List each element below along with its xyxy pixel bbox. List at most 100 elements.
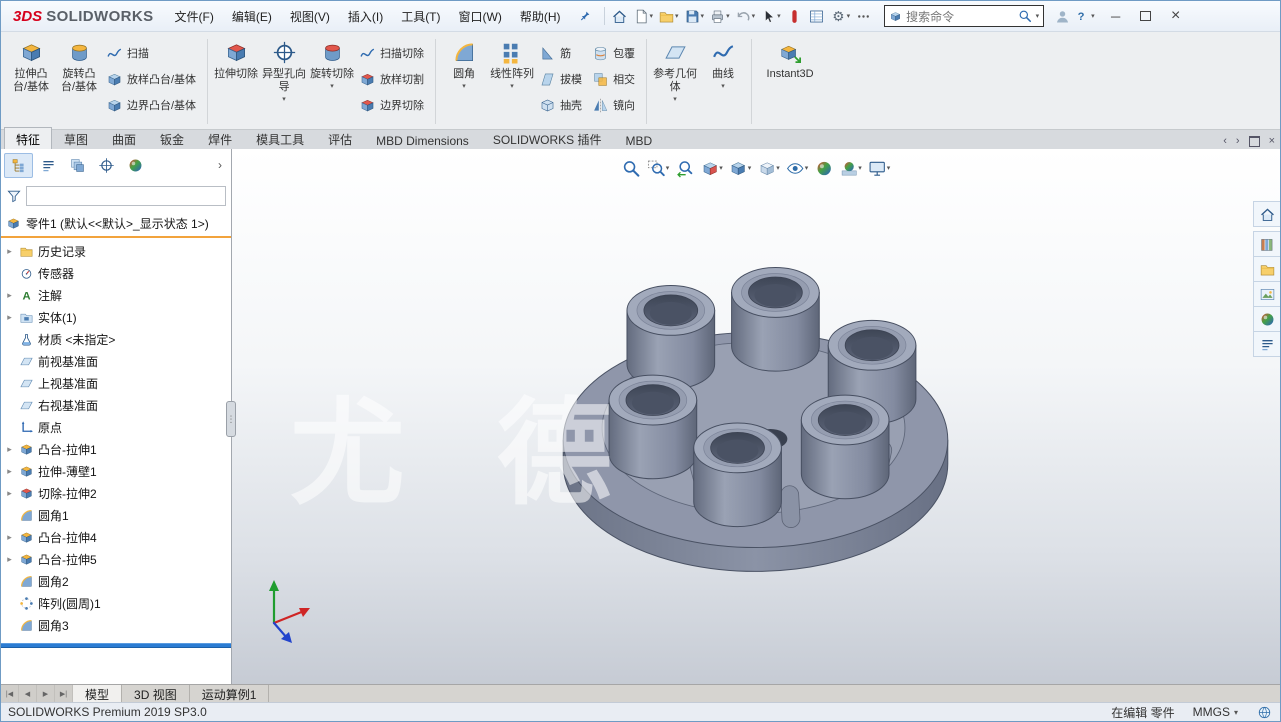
rollback-bar[interactable] xyxy=(1,643,231,648)
minimize-button[interactable]: ─ xyxy=(1101,4,1131,28)
tree-item-17[interactable]: 圆角3 xyxy=(1,614,231,636)
curves-button[interactable]: 曲线▾ xyxy=(699,35,747,128)
filter-input[interactable] xyxy=(26,186,226,206)
menubar-item-0[interactable]: 文件(F) xyxy=(166,4,223,29)
dropdown-caret-icon[interactable]: ▾ xyxy=(748,165,752,172)
display-style-button[interactable]: ▾ xyxy=(756,154,781,182)
print-button[interactable]: ▾ xyxy=(707,5,732,27)
filter-icon[interactable] xyxy=(6,188,22,204)
tree-item-6[interactable]: 上视基准面 xyxy=(1,372,231,394)
units-selector[interactable]: MMGS ▾ xyxy=(1193,705,1238,719)
undo-button[interactable]: ▾ xyxy=(733,5,758,27)
user-account-icon[interactable] xyxy=(1054,8,1071,25)
dropdown-caret-icon[interactable]: ▾ xyxy=(805,165,809,172)
tree-item-11[interactable]: ▸切除-拉伸2 xyxy=(1,482,231,504)
tree-item-3[interactable]: ▸实体(1) xyxy=(1,306,231,328)
search-dropdown-caret[interactable]: ▾ xyxy=(1036,13,1040,20)
bottom-tab-1[interactable]: 3D 视图 xyxy=(122,685,190,703)
model-3d[interactable] xyxy=(232,149,1280,685)
panel-splitter-handle[interactable]: ⋮ xyxy=(226,401,236,437)
view-settings-button[interactable]: ▾ xyxy=(867,154,892,182)
boundary-boss-button[interactable]: 边界凸台/基体 xyxy=(103,92,203,118)
file-explorer-button[interactable] xyxy=(1253,256,1280,282)
tree-item-12[interactable]: 圆角1 xyxy=(1,504,231,526)
tree-item-0[interactable]: ▸历史记录 xyxy=(1,240,231,262)
restore-document-icon[interactable] xyxy=(1249,136,1260,147)
pin-menu-button[interactable] xyxy=(574,5,596,27)
apply-scene-button[interactable]: ▾ xyxy=(838,154,863,182)
maximize-button[interactable] xyxy=(1131,4,1161,28)
select-button[interactable]: ▾ xyxy=(758,5,783,27)
graphics-viewport[interactable]: 尤德 ▾▾▾▾▾▾▾ xyxy=(232,149,1280,685)
dropdown-caret-icon[interactable]: ▾ xyxy=(726,13,730,20)
tree-item-2[interactable]: ▸A注解 xyxy=(1,284,231,306)
custom-properties-button[interactable] xyxy=(1253,331,1280,357)
properties-button[interactable] xyxy=(806,5,827,27)
dropdown-caret-icon[interactable]: ▾ xyxy=(673,96,677,103)
dropdown-caret-icon[interactable]: ▾ xyxy=(462,83,466,90)
displaymanager-tab-tab[interactable] xyxy=(122,154,149,177)
swept-cut-button[interactable]: 扫描切除 xyxy=(356,40,431,66)
home-button[interactable] xyxy=(609,5,630,27)
dropdown-caret-icon[interactable]: ▾ xyxy=(282,96,286,103)
featuremanager-tab-tab[interactable] xyxy=(4,153,33,178)
menubar-item-6[interactable]: 帮助(H) xyxy=(511,4,570,29)
dropdown-caret-icon[interactable]: ▾ xyxy=(847,13,851,20)
tab-scroll-right-icon[interactable]: › xyxy=(1236,135,1240,147)
lofted-boss-button[interactable]: 放样凸台/基体 xyxy=(103,66,203,92)
shell-button[interactable]: 抽壳 xyxy=(536,92,589,118)
tree-root-row[interactable]: 零件1 (默认<<默认>_显示状态 1>) xyxy=(1,211,231,238)
tree-item-7[interactable]: 右视基准面 xyxy=(1,394,231,416)
expand-arrow-icon[interactable]: ▸ xyxy=(4,532,15,543)
dropdown-caret-icon[interactable]: ▾ xyxy=(719,165,723,172)
hide-show-button[interactable]: ▾ xyxy=(785,154,810,182)
swept-boss-button[interactable]: 扫描 xyxy=(103,40,203,66)
mirror-button[interactable]: 镜向 xyxy=(589,92,642,118)
expand-arrow-icon[interactable]: ▸ xyxy=(4,290,15,301)
revolved-boss-button[interactable]: 旋转凸台/基体 xyxy=(55,35,103,128)
intersect-button[interactable]: 相交 xyxy=(589,66,642,92)
edit-appearance-button[interactable] xyxy=(813,154,834,182)
revolved-cut-button[interactable]: 旋转切除▾ xyxy=(308,35,356,128)
open-button[interactable]: ▾ xyxy=(656,5,681,27)
menubar-item-4[interactable]: 工具(T) xyxy=(392,4,449,29)
bottom-tab-0[interactable]: 模型 xyxy=(73,685,122,703)
extruded-cut-button[interactable]: 拉伸切除 xyxy=(212,35,260,128)
section-view-button[interactable]: ▾ xyxy=(699,154,724,182)
tree-item-1[interactable]: 传感器 xyxy=(1,262,231,284)
dropdown-caret-icon[interactable]: ▾ xyxy=(777,13,781,20)
dropdown-caret-icon[interactable]: ▾ xyxy=(776,165,780,172)
configurationmanager-tab-tab[interactable] xyxy=(64,154,91,177)
expand-arrow-icon[interactable]: ▸ xyxy=(4,554,15,565)
dropdown-caret-icon[interactable]: ▾ xyxy=(330,83,334,90)
dimxpertmanager-tab-tab[interactable] xyxy=(93,154,120,177)
linear-pattern-button[interactable]: 线性阵列▾ xyxy=(488,35,536,128)
close-document-icon[interactable]: × xyxy=(1269,135,1275,147)
dropdown-caret-icon[interactable]: ▾ xyxy=(858,165,862,172)
design-library-button[interactable] xyxy=(1253,231,1280,257)
options-gear-button[interactable]: ⚙▾ xyxy=(828,5,853,27)
dropdown-caret-icon[interactable]: ▾ xyxy=(650,13,654,20)
dropdown-caret-icon[interactable]: ▾ xyxy=(510,83,514,90)
dropdown-caret-icon[interactable]: ▾ xyxy=(701,13,705,20)
close-button[interactable]: × xyxy=(1161,4,1191,28)
more-options-button[interactable] xyxy=(853,5,874,27)
reference-geometry-button[interactable]: 参考几何体▾ xyxy=(651,35,699,128)
zoom-fit-button[interactable] xyxy=(621,154,642,182)
expand-arrow-icon[interactable]: ▸ xyxy=(4,466,15,477)
tree-item-10[interactable]: ▸拉伸-薄壁1 xyxy=(1,460,231,482)
menubar-item-3[interactable]: 插入(I) xyxy=(339,4,392,29)
dropdown-caret-icon[interactable]: ▾ xyxy=(752,13,756,20)
lofted-cut-button[interactable]: 放样切割 xyxy=(356,66,431,92)
draft-button[interactable]: 拔模 xyxy=(536,66,589,92)
help-dropdown-caret[interactable]: ▾ xyxy=(1091,13,1095,20)
menubar-item-2[interactable]: 视图(V) xyxy=(281,4,339,29)
zoom-area-button[interactable]: ▾ xyxy=(646,154,671,182)
next-tab-button[interactable]: ▶ xyxy=(37,685,55,703)
dropdown-caret-icon[interactable]: ▾ xyxy=(721,83,725,90)
taskpane-home-button[interactable] xyxy=(1253,201,1280,227)
dropdown-caret-icon[interactable]: ▾ xyxy=(887,165,891,172)
menubar-item-1[interactable]: 编辑(E) xyxy=(223,4,281,29)
previous-tab-button[interactable]: ◀ xyxy=(19,685,37,703)
wrap-button[interactable]: 包覆 xyxy=(589,40,642,66)
